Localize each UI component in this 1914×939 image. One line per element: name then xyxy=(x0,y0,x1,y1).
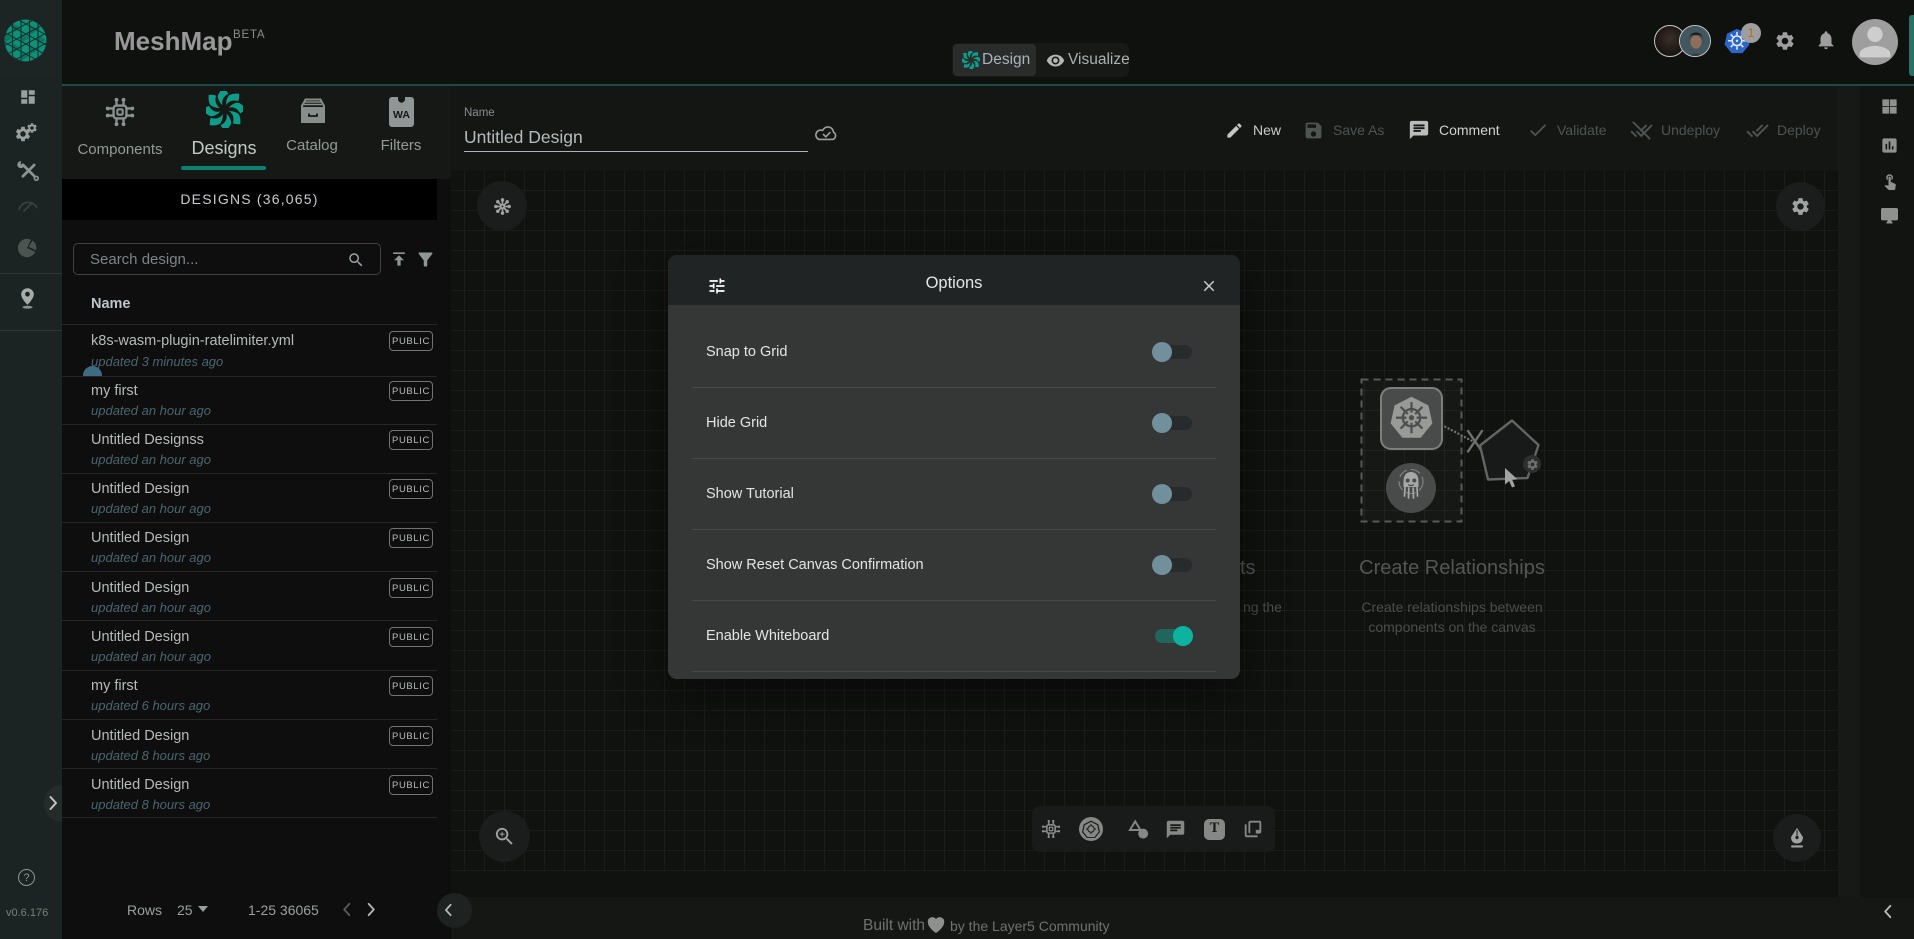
svg-text:WA: WA xyxy=(393,109,410,121)
